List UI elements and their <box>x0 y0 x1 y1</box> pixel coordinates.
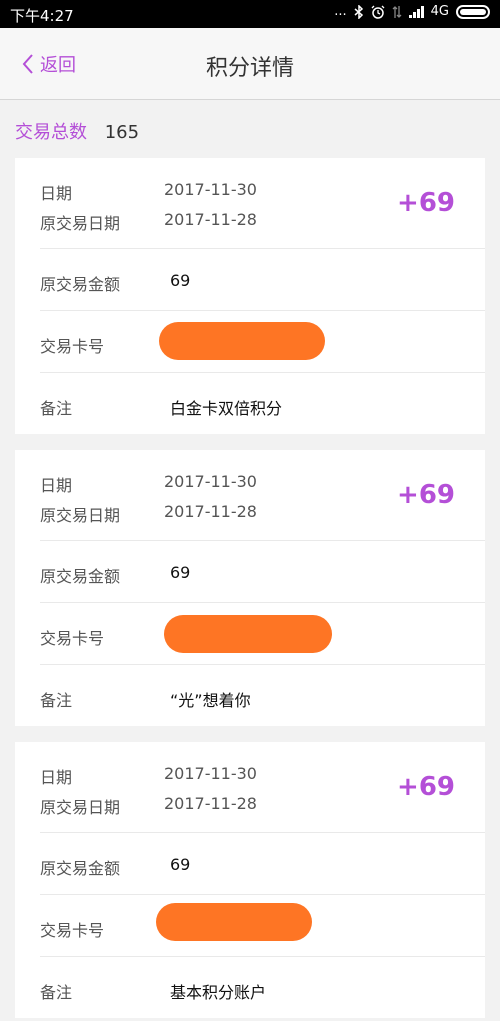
card-no-redaction <box>164 615 332 653</box>
orig-amount-row: 原交易金额 69 <box>40 563 190 587</box>
remark-row: 备注 基本积分账户 <box>40 979 266 1003</box>
orig-amount-label: 原交易金额 <box>40 275 121 294</box>
nav-bar: 返回 积分详情 <box>0 28 500 100</box>
points-amount: +69 <box>397 480 455 510</box>
divider <box>40 664 485 665</box>
divider <box>40 956 485 957</box>
remark-value: 白金卡双倍积分 <box>170 399 283 418</box>
total-count: 165 <box>104 122 140 143</box>
divider <box>40 602 485 603</box>
orig-amount-value: 69 <box>170 855 191 874</box>
date-value: 2017-11-30 <box>164 472 257 491</box>
orig-date-row: 原交易日期 2017-11-28 <box>40 502 257 526</box>
orig-amount-value: 69 <box>170 563 191 582</box>
page-title: 积分详情 <box>205 56 294 81</box>
date-row: 日期 2017-11-30 <box>40 764 257 788</box>
orig-date-label: 原交易日期 <box>40 798 121 817</box>
status-bar: 下午4:27 ... 4G <box>0 0 500 28</box>
card-no-row: 交易卡号 <box>40 917 104 941</box>
date-row: 日期 2017-11-30 <box>40 472 257 496</box>
card-no-label: 交易卡号 <box>40 921 105 940</box>
alarm-icon <box>371 5 385 19</box>
bluetooth-icon <box>354 4 363 19</box>
date-label: 日期 <box>40 476 73 495</box>
divider <box>40 372 485 373</box>
divider <box>40 894 485 895</box>
points-amount: +69 <box>397 188 455 218</box>
date-value: 2017-11-30 <box>164 180 257 199</box>
orig-date-label: 原交易日期 <box>40 506 121 525</box>
card-no-redaction <box>156 903 312 941</box>
transaction-summary: 交易总数 165 <box>15 118 139 144</box>
card-no-redaction <box>159 322 325 360</box>
orig-amount-label: 原交易金额 <box>40 567 121 586</box>
remark-value: “光”想着你 <box>170 691 251 710</box>
orig-date-row: 原交易日期 2017-11-28 <box>40 210 257 234</box>
divider <box>40 248 485 249</box>
remark-value: 基本积分账户 <box>170 983 267 1002</box>
orig-date-row: 原交易日期 2017-11-28 <box>40 794 257 818</box>
remark-row: 备注 白金卡双倍积分 <box>40 395 282 419</box>
points-amount: +69 <box>397 772 455 802</box>
orig-date-label: 原交易日期 <box>40 214 121 233</box>
points-record-card[interactable]: 日期 2017-11-30 原交易日期 2017-11-28 +69 原交易金额 69… <box>15 158 485 434</box>
orig-amount-label: 原交易金额 <box>40 859 121 878</box>
remark-label: 备注 <box>40 983 73 1002</box>
signal-icon <box>408 5 424 18</box>
status-icons: ... 4G <box>334 4 490 19</box>
points-record-card[interactable]: 日期 2017-11-30 原交易日期 2017-11-28 +69 原交易金额 69… <box>15 742 485 1018</box>
card-no-label: 交易卡号 <box>40 629 105 648</box>
card-no-label: 交易卡号 <box>40 337 105 356</box>
orig-amount-row: 原交易金额 69 <box>40 271 190 295</box>
divider <box>40 310 485 311</box>
network-type: 4G <box>430 4 449 19</box>
card-no-row: 交易卡号 <box>40 625 104 649</box>
date-value: 2017-11-30 <box>164 764 257 783</box>
card-no-row: 交易卡号 <box>40 333 104 357</box>
orig-date-value: 2017-11-28 <box>164 210 257 229</box>
orig-amount-row: 原交易金额 69 <box>40 855 190 879</box>
total-label: 交易总数 <box>15 122 87 143</box>
remark-row: 备注 “光”想着你 <box>40 687 251 711</box>
date-label: 日期 <box>40 768 73 787</box>
more-dots-icon: ... <box>334 4 347 19</box>
remark-label: 备注 <box>40 399 73 418</box>
orig-amount-value: 69 <box>170 271 191 290</box>
points-record-card[interactable]: 日期 2017-11-30 原交易日期 2017-11-28 +69 原交易金额 69… <box>15 450 485 726</box>
battery-icon <box>456 4 490 19</box>
orig-date-value: 2017-11-28 <box>164 502 257 521</box>
remark-label: 备注 <box>40 691 73 710</box>
divider <box>40 540 485 541</box>
status-time: 下午4:27 <box>10 7 74 25</box>
orig-date-value: 2017-11-28 <box>164 794 257 813</box>
date-row: 日期 2017-11-30 <box>40 180 257 204</box>
date-label: 日期 <box>40 184 73 203</box>
divider <box>40 832 485 833</box>
data-transfer-icon <box>392 5 402 18</box>
